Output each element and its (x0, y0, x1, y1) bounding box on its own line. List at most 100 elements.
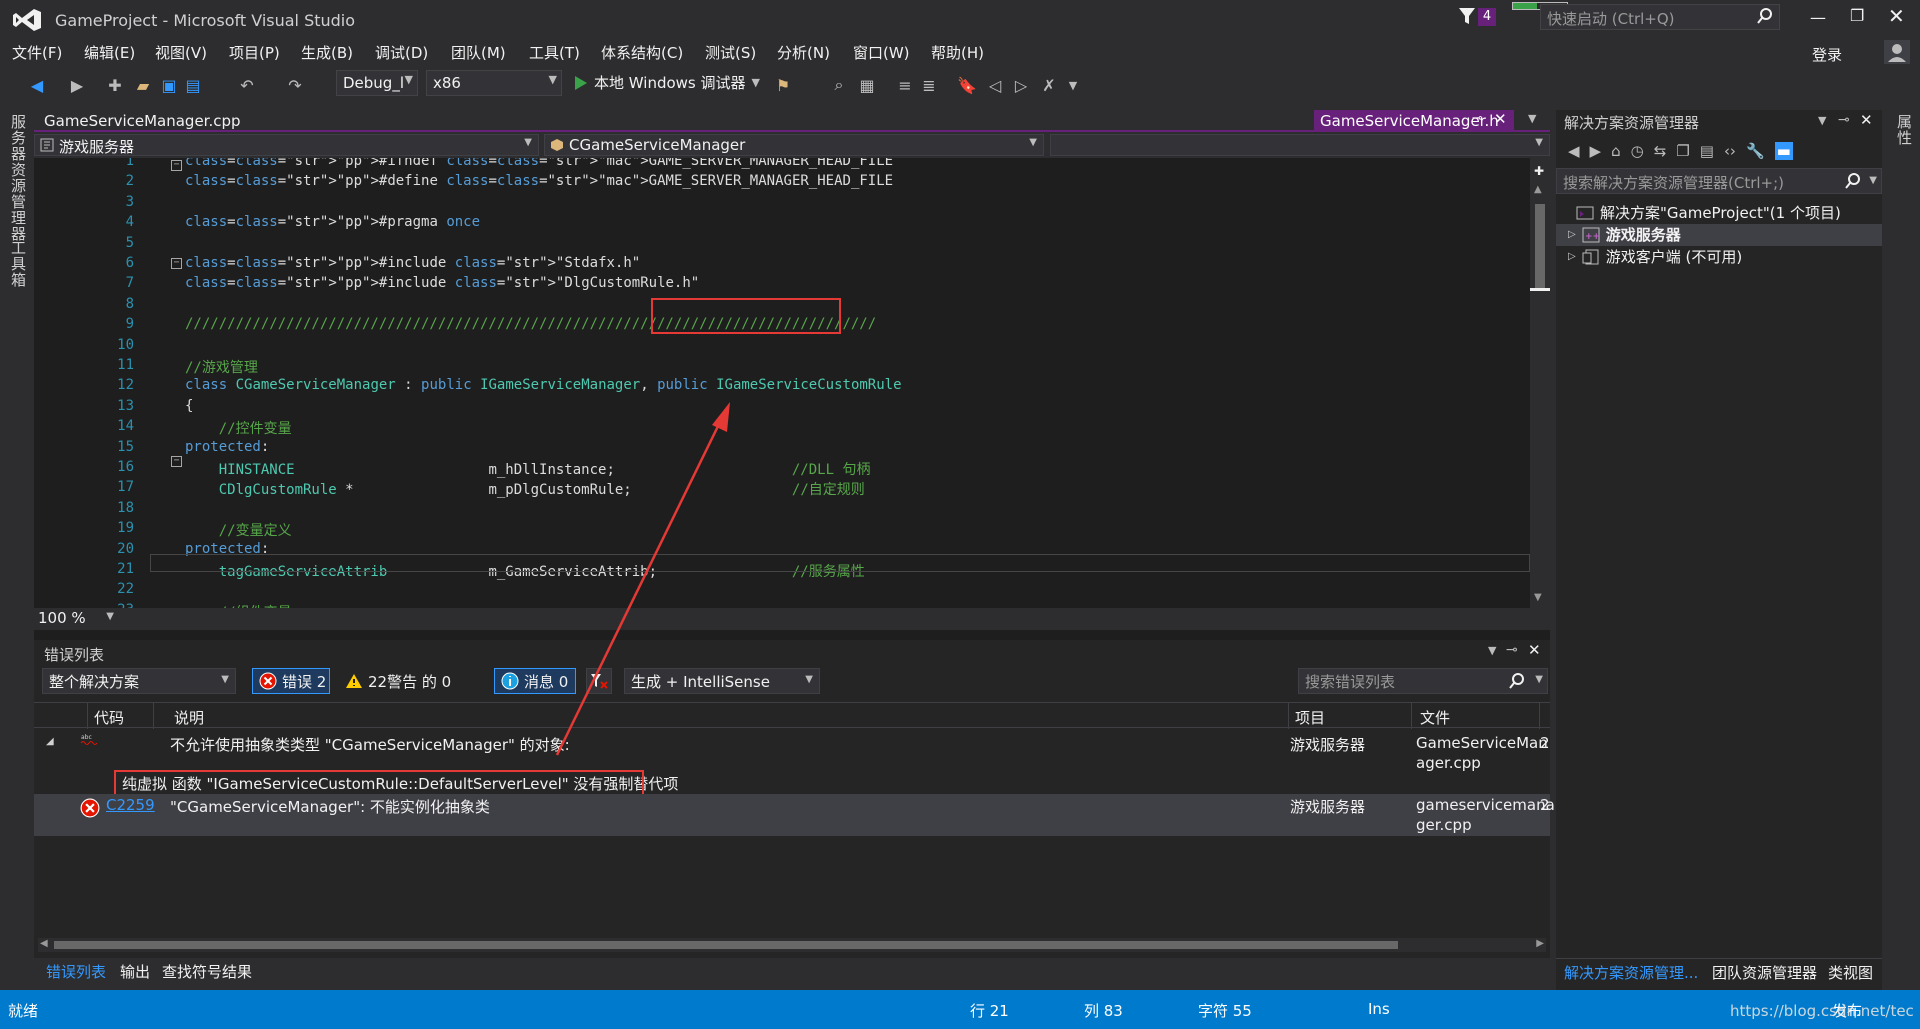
home-icon[interactable]: ⌂ (1611, 142, 1621, 160)
solution-search-input[interactable]: 搜索解决方案资源管理器(Ctrl+;) (1563, 172, 1784, 193)
col-desc-header[interactable]: 说明 (168, 703, 1328, 729)
back-icon[interactable]: ◀ (1568, 142, 1580, 160)
open-folder-icon[interactable]: ▰ (132, 74, 154, 96)
start-debugging-button[interactable]: 本地 Windows 调试器 ▼ (574, 72, 760, 93)
prev-bookmark-icon[interactable]: ◁ (984, 74, 1006, 96)
code-line[interactable]: //变量定义 (185, 520, 292, 540)
tab-find-symbol[interactable]: 查找符号结果 (162, 961, 252, 982)
tree-item-game-server[interactable]: ▷ ++ 游戏服务器 (1568, 224, 1681, 245)
search-icon[interactable] (1845, 173, 1861, 189)
warnings-filter-button[interactable]: 22警告 的 0 (338, 668, 484, 694)
properties-wrench-icon[interactable]: 🔧 (1746, 142, 1765, 160)
tab-error-list[interactable]: 错误列表 (46, 961, 106, 982)
code-line[interactable]: class=class="str">"pp">#include class="s… (185, 255, 640, 271)
restore-button[interactable]: ❐ (1850, 6, 1864, 25)
menu-edit[interactable]: 编辑(E) (84, 42, 135, 63)
error-list-hscrollbar[interactable]: ◀ ▶ (38, 938, 1546, 952)
solution-root[interactable]: 解决方案"GameProject"(1 个项目) (1576, 202, 1841, 223)
tab-header-file[interactable]: GameServiceManager.h ⊸ ✕ (1314, 110, 1514, 132)
search-icon[interactable] (1509, 673, 1525, 689)
pin-icon[interactable]: ⊸ (1838, 112, 1850, 128)
search-error-input[interactable]: 搜索错误列表 (1305, 671, 1395, 692)
menu-help[interactable]: 帮助(H) (931, 42, 984, 63)
menu-build[interactable]: 生成(B) (301, 42, 353, 63)
properties-tab[interactable]: 属性 (1894, 114, 1915, 146)
notification-flag-icon[interactable] (1458, 6, 1476, 26)
code-line[interactable]: CDlgCustomRule * m_pDlgCustomRule; //自定规… (185, 479, 865, 499)
find-files-icon[interactable]: ⌕ (828, 74, 850, 96)
menu-debug[interactable]: 调试(D) (375, 42, 428, 63)
col-project-header[interactable]: 项目 (1288, 703, 1412, 729)
toolbar-overflow-icon[interactable]: ▼ (1062, 74, 1084, 96)
panel-dropdown-icon[interactable]: ▼ (1488, 644, 1496, 657)
server-explorer-tab[interactable]: 服务器资源管理器 (8, 114, 29, 242)
show-all-files-icon[interactable]: ▤ (1700, 142, 1714, 160)
quick-launch[interactable]: 快速启动 (Ctrl+Q) (1540, 4, 1780, 30)
navigate-forward-icon[interactable]: ▶ (66, 74, 88, 96)
class-select[interactable]: CGameServiceManager ▼ (544, 134, 1044, 156)
member-select[interactable]: ▼ (1050, 134, 1550, 156)
split-icon[interactable]: ✚ (1534, 164, 1544, 178)
col-code-header[interactable]: 代码 (88, 703, 154, 729)
menu-view[interactable]: 视图(V) (155, 42, 207, 63)
tab-dropdown-icon[interactable]: ▼ (1528, 112, 1536, 125)
redo-icon[interactable]: ↷ (284, 74, 306, 96)
code-line[interactable]: class=class="str">"pp">#define class=cla… (185, 173, 893, 189)
error-code-link[interactable]: C2259 (106, 796, 155, 814)
code-line[interactable]: //游戏管理 (185, 357, 258, 377)
menu-window[interactable]: 窗口(W) (853, 42, 910, 63)
login-link[interactable]: 登录 (1812, 44, 1842, 65)
code-map-icon[interactable]: ▦ (856, 74, 878, 96)
code-line[interactable]: class=class="str">"pp">#ifndef class=cla… (185, 158, 893, 169)
project-scope-select[interactable]: 游戏服务器 ▼ (34, 134, 539, 156)
save-all-icon[interactable]: ▤ (182, 74, 204, 96)
scroll-up-icon[interactable]: ▲ (1534, 184, 1542, 195)
undo-icon[interactable]: ↶ (236, 74, 258, 96)
preview-icon[interactable]: ▬ (1774, 142, 1793, 160)
code-view[interactable]: − − − 1 class=class="str">"pp">#ifndef cl… (34, 158, 1530, 608)
panel-dropdown-icon[interactable]: ▼ (1818, 114, 1826, 127)
close-icon[interactable]: ✕ (1860, 111, 1873, 129)
errors-filter-button[interactable]: 错误 2 (252, 668, 330, 694)
bookmark-icon[interactable]: 🔖 (956, 74, 978, 96)
scroll-thumb[interactable] (1535, 204, 1545, 288)
code-line[interactable]: HINSTANCE m_hDllInstance; //DLL 句柄 (185, 459, 871, 479)
tab-solution-explorer[interactable]: 解决方案资源管理... (1564, 962, 1698, 983)
search-error-list[interactable]: 搜索错误列表 ▼ (1298, 668, 1548, 694)
expand-triangle-icon[interactable]: ▷ (1568, 229, 1576, 240)
build-intellisense-select[interactable]: 生成 + IntelliSense ▼ (624, 668, 820, 694)
code-line[interactable]: //控件变量 (185, 418, 292, 438)
scroll-down-icon[interactable]: ▼ (1534, 592, 1542, 603)
new-project-icon[interactable]: ✚ (104, 74, 126, 96)
menu-architecture[interactable]: 体系结构(C) (601, 42, 683, 63)
table-row[interactable]: C2259 "CGameServiceManager": 不能实例化抽象类 游戏… (34, 794, 1555, 836)
quick-launch-input[interactable]: 快速启动 (Ctrl+Q) (1547, 8, 1675, 29)
messages-filter-button[interactable]: 消息 0 (494, 668, 576, 694)
platform-select[interactable]: x86 ▼ (426, 70, 562, 96)
sync-icon[interactable]: ⇆ (1654, 142, 1667, 160)
menu-file[interactable]: 文件(F) (12, 42, 62, 63)
expand-triangle-icon[interactable]: ▷ (1568, 251, 1576, 262)
col-sort-header[interactable] (68, 703, 88, 729)
scroll-right-icon[interactable]: ▶ (1536, 938, 1544, 949)
history-icon[interactable]: ◷ (1631, 142, 1644, 160)
close-button[interactable]: ✕ (1888, 4, 1905, 28)
pin-icon[interactable]: ⊸ (1506, 642, 1518, 658)
tab-output[interactable]: 输出 (120, 961, 150, 982)
collapse-triangle-icon[interactable]: ◢ (46, 736, 54, 747)
close-icon[interactable]: ✕ (1528, 641, 1541, 659)
menu-analyze[interactable]: 分析(N) (777, 42, 830, 63)
scope-select[interactable]: 整个解决方案 ▼ (42, 668, 236, 694)
tree-item-game-client[interactable]: ▷ 游戏客户端 (不可用) (1568, 246, 1742, 267)
attach-process-icon[interactable]: ⚑ (772, 74, 794, 96)
menu-project[interactable]: 项目(P) (229, 42, 280, 63)
menu-test[interactable]: 测试(S) (705, 42, 756, 63)
tab-cpp-file[interactable]: GameServiceManager.cpp (44, 112, 241, 130)
zoom-select[interactable]: 100 % ▼ (38, 609, 114, 629)
scroll-thumb[interactable] (54, 941, 1398, 949)
code-line[interactable]: { (185, 398, 193, 414)
solution-search[interactable]: 搜索解决方案资源管理器(Ctrl+;) ▼ (1556, 168, 1882, 194)
code-line[interactable]: class=class="str">"pp">#include class="s… (185, 275, 699, 291)
view-code-icon[interactable]: ‹› (1724, 142, 1736, 160)
menu-tools[interactable]: 工具(T) (529, 42, 580, 63)
